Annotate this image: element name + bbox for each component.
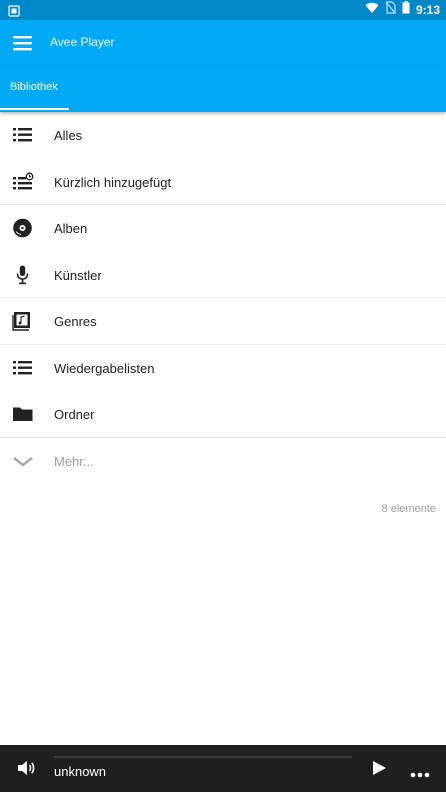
wifi-icon: [365, 1, 379, 19]
status-time: 9:13: [415, 3, 440, 17]
folder-icon: [12, 404, 34, 424]
list-item-label: Alles: [54, 128, 83, 143]
list-item-wiedergabelisten[interactable]: Wiedergabelisten: [0, 345, 446, 392]
list-item-label: Genres: [54, 314, 97, 329]
track-title: unknown: [54, 764, 107, 779]
genre-icon: [12, 311, 34, 331]
list-item-label: Alben: [54, 221, 88, 236]
list-icon: [12, 125, 34, 145]
album-disc-icon: [12, 218, 34, 238]
play-icon[interactable]: [371, 760, 387, 776]
chevron-down-icon: [12, 451, 34, 471]
volume-icon[interactable]: [16, 759, 36, 777]
no-sim-icon: [385, 1, 396, 19]
app-bar: Avee Player: [0, 20, 446, 66]
library-list: Alles Kürzlich hinzugefügt Alben Künstle…: [0, 112, 446, 484]
tab-label: Bibliothek: [10, 81, 58, 93]
list-item-kuenstler[interactable]: Künstler: [0, 252, 446, 298]
playlist-icon: [12, 358, 34, 378]
list-item-label: Künstler: [54, 267, 102, 283]
list-item-alben[interactable]: Alben: [0, 205, 446, 252]
list-item-label: Mehr...: [54, 453, 94, 469]
battery-icon: [402, 1, 410, 19]
list-item-alles[interactable]: Alles: [0, 112, 446, 159]
more-icon[interactable]: [410, 765, 430, 778]
progress-bar[interactable]: [54, 756, 352, 758]
player-bar: unknown: [0, 745, 446, 792]
tab-bar: Bibliothek: [0, 66, 446, 112]
app-title: Avee Player: [50, 35, 115, 49]
microphone-icon: [12, 265, 34, 285]
menu-icon[interactable]: [12, 34, 34, 52]
list-item-genres[interactable]: Genres: [0, 298, 446, 345]
status-icons: 9:13: [365, 0, 440, 20]
status-bar: 9:13: [0, 0, 446, 20]
list-item-recent[interactable]: Kürzlich hinzugefügt: [0, 159, 446, 205]
list-item-label: Wiedergabelisten: [54, 360, 155, 376]
list-item-ordner[interactable]: Ordner: [0, 391, 446, 438]
list-item-label: Kürzlich hinzugefügt: [54, 174, 172, 190]
tab-indicator: [0, 108, 69, 110]
screen: 9:13 Avee Player Bibliothek Alles Kürzli…: [0, 0, 446, 792]
item-count: 8 elemente: [381, 503, 436, 515]
notification-icon: [8, 4, 20, 17]
list-item-label: Ordner: [54, 407, 95, 422]
recent-list-icon: [12, 172, 34, 192]
tab-bibliothek[interactable]: Bibliothek: [0, 66, 69, 112]
list-item-more[interactable]: Mehr...: [0, 438, 446, 485]
